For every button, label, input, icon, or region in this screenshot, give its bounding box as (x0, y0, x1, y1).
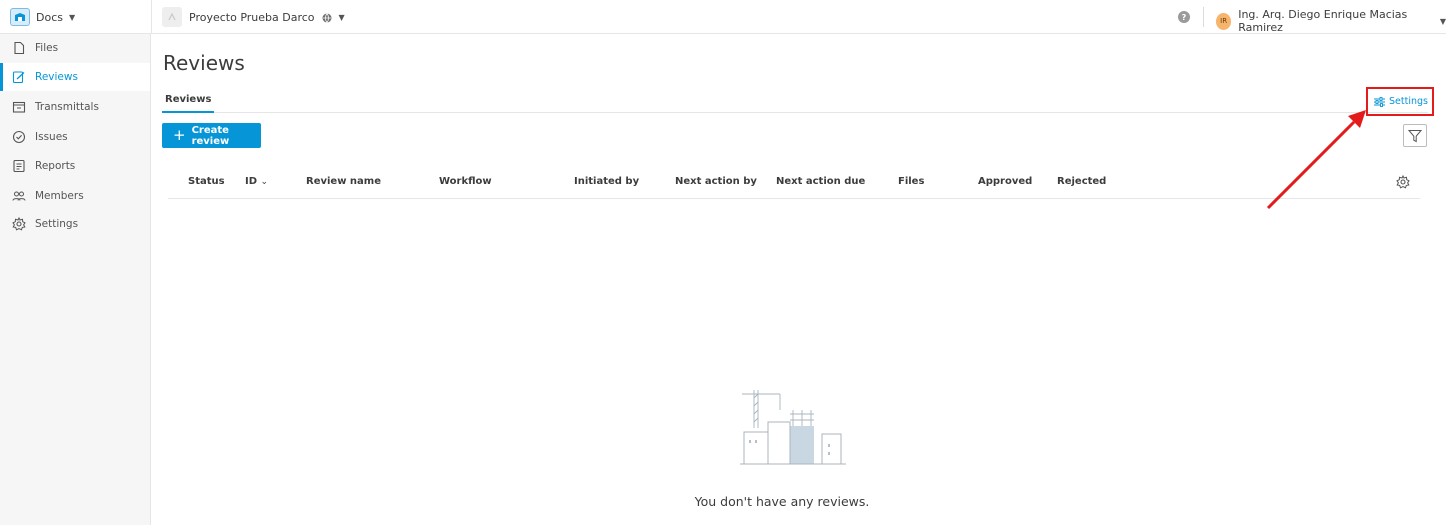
sidebar-item-members[interactable]: Members (0, 182, 150, 210)
docs-app-icon (10, 8, 30, 26)
column-header-next-action-due[interactable]: Next action due (776, 176, 865, 187)
sidebar-item-transmittals[interactable]: Transmittals (0, 93, 150, 121)
column-header-next-action-by[interactable]: Next action by (675, 176, 757, 187)
members-icon (11, 188, 27, 204)
sidebar-item-settings[interactable]: Settings (0, 210, 150, 238)
app-switcher-label: Docs (36, 10, 63, 24)
top-bar: Docs ▼ Proyecto Prueba Darco ▼ ? IR Ing.… (0, 0, 1446, 34)
annotation-highlight-box (1366, 87, 1434, 116)
user-menu[interactable]: IR Ing. Arq. Diego Enrique Macias Ramire… (1216, 8, 1446, 34)
column-header-workflow[interactable]: Workflow (439, 176, 492, 187)
sidebar-item-files[interactable]: Files (0, 34, 150, 62)
avatar: IR (1216, 12, 1232, 30)
column-header-approved[interactable]: Approved (978, 176, 1032, 187)
file-icon (11, 40, 27, 56)
sidebar-item-label: Settings (35, 218, 79, 230)
sidebar-item-label: Reviews (35, 71, 78, 83)
user-name: Ing. Arq. Diego Enrique Macias Ramirez (1238, 8, 1408, 34)
help-icon[interactable]: ? (1178, 11, 1190, 23)
column-header-initiated-by[interactable]: Initiated by (574, 176, 639, 187)
empty-state-building-illustration (740, 388, 846, 472)
sidebar-item-label: Transmittals (35, 101, 99, 113)
filter-icon (1408, 129, 1422, 143)
reports-icon (11, 158, 27, 174)
topbar-divider (151, 0, 152, 34)
chevron-down-icon: ▼ (1439, 16, 1446, 26)
column-header-status[interactable]: Status (188, 176, 225, 187)
filter-button[interactable] (1403, 124, 1427, 147)
empty-state-message: You don't have any reviews. (694, 494, 870, 509)
table-header: Status ID ⌄ Review name Workflow Initiat… (168, 170, 1420, 199)
column-header-rejected[interactable]: Rejected (1057, 176, 1106, 187)
page-title: Reviews (163, 51, 245, 75)
sidebar-item-issues[interactable]: Issues (0, 123, 150, 151)
annotation-arrow (1266, 110, 1366, 210)
sidebar-item-label: Reports (35, 160, 76, 172)
sidebar-item-label: Files (35, 42, 59, 54)
create-review-button[interactable]: + Create review (162, 123, 261, 148)
column-header-id[interactable]: ID ⌄ (245, 176, 268, 187)
chevron-down-icon: ▼ (68, 12, 76, 22)
chevron-down-icon: ⌄ (260, 177, 269, 187)
tab-reviews[interactable]: Reviews (162, 94, 215, 113)
globe-icon (322, 8, 332, 27)
sidebar-item-label: Issues (35, 131, 68, 143)
chevron-down-icon: ▼ (338, 12, 345, 22)
project-selector[interactable]: Proyecto Prueba Darco ▼ (162, 7, 345, 27)
reviews-icon (11, 69, 27, 85)
column-header-review-name[interactable]: Review name (306, 176, 381, 187)
sidebar-item-reviews[interactable]: Reviews (0, 63, 150, 91)
column-settings-gear-icon[interactable] (1396, 174, 1410, 193)
sidebar-item-reports[interactable]: Reports (0, 152, 150, 180)
project-name: Proyecto Prueba Darco (189, 10, 315, 24)
app-switcher[interactable]: Docs ▼ (10, 8, 75, 26)
tab-bar: Reviews (162, 94, 1428, 113)
user-divider (1203, 7, 1204, 27)
transmittals-icon (11, 99, 27, 115)
column-header-files[interactable]: Files (898, 176, 924, 187)
create-review-label: Create review (191, 124, 230, 147)
sidebar: Files Reviews Transmittals Issues Report… (0, 34, 151, 525)
sidebar-item-label: Members (35, 190, 84, 202)
column-header-label: ID (245, 176, 258, 187)
plus-icon: + (173, 126, 186, 144)
project-thumbnail (162, 7, 182, 27)
gear-icon (11, 216, 27, 232)
issues-icon (11, 129, 27, 145)
